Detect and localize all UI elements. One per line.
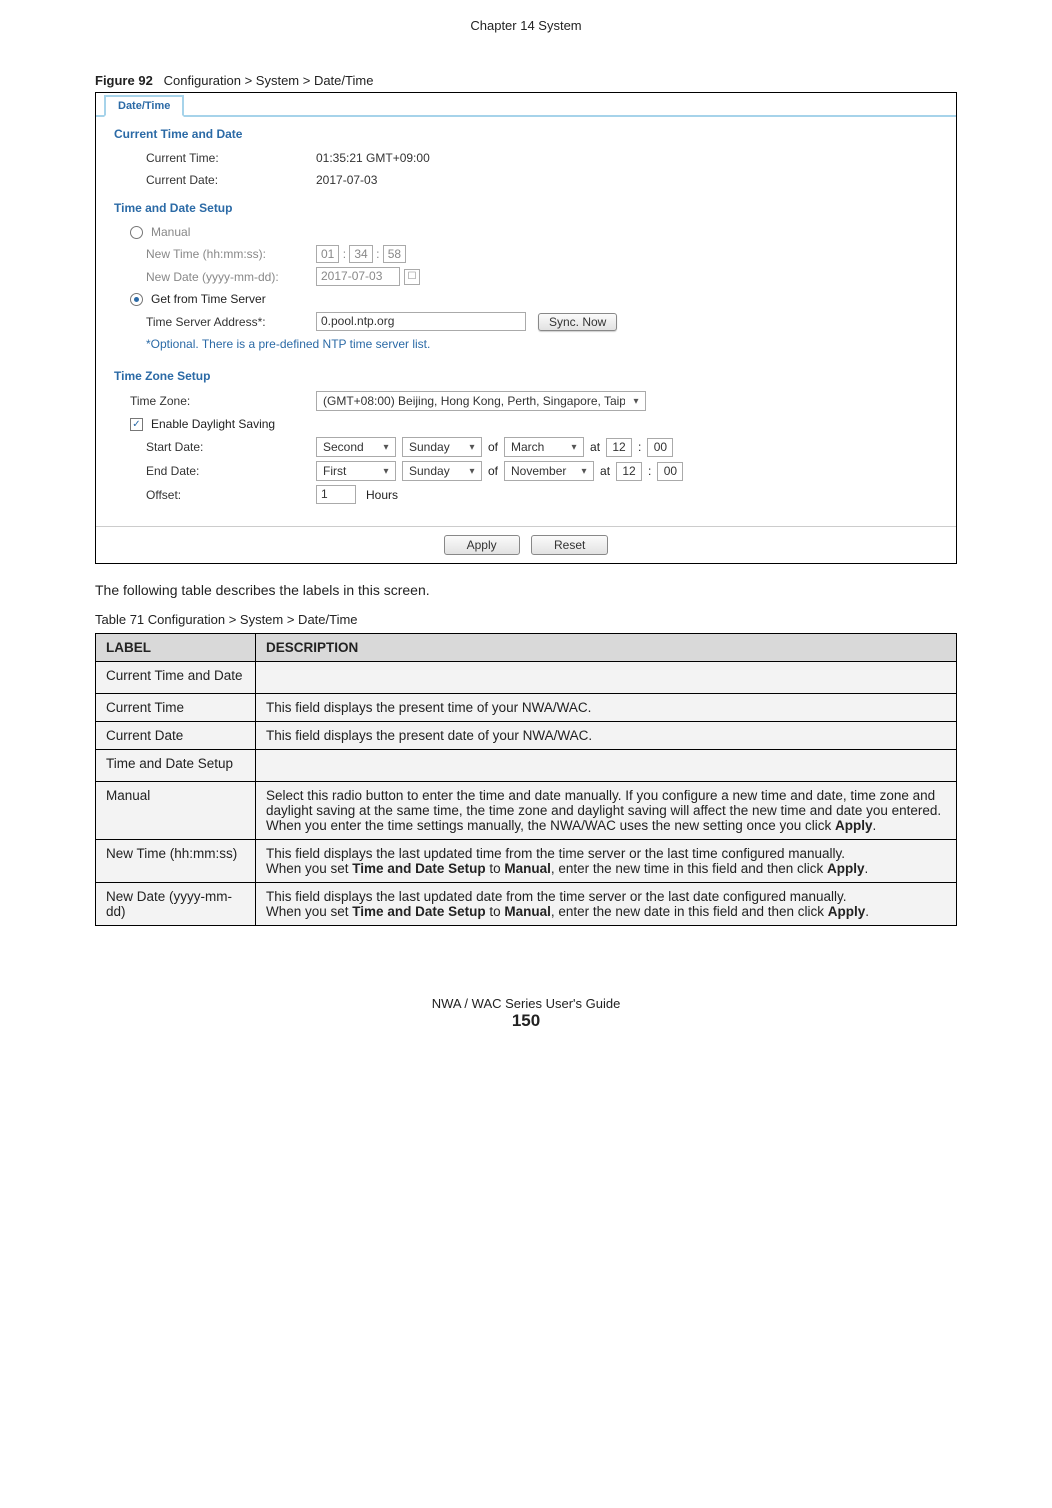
page-footer: NWA / WAC Series User's Guide 150 xyxy=(95,996,957,1031)
table-row: Time and Date Setup xyxy=(96,750,957,782)
enable-dst-checkbox[interactable]: ✓ xyxy=(130,418,143,431)
td-description: This field displays the last updated dat… xyxy=(256,883,957,926)
chevron-down-icon: ▾ xyxy=(629,394,643,408)
table-row: New Time (hh:mm:ss)This field displays t… xyxy=(96,840,957,883)
td-label: Manual xyxy=(96,782,256,840)
td-label: Current Time xyxy=(96,694,256,722)
end-hour-input[interactable]: 12 xyxy=(616,462,642,481)
td-label: Time and Date Setup xyxy=(96,750,256,782)
start-date-label: Start Date: xyxy=(146,440,316,454)
radio-manual[interactable] xyxy=(130,226,143,239)
end-date-label: End Date: xyxy=(146,464,316,478)
new-date-label: New Date (yyyy-mm-dd): xyxy=(146,270,316,284)
screenshot-figure: Date/Time Current Time and Date Current … xyxy=(95,92,957,564)
start-day-dropdown[interactable]: Sunday ▾ xyxy=(402,437,482,457)
calendar-icon[interactable]: ☐ xyxy=(404,269,420,285)
start-ordinal-dropdown[interactable]: Second ▾ xyxy=(316,437,396,457)
offset-label: Offset: xyxy=(146,488,316,502)
offset-input[interactable]: 1 xyxy=(316,485,356,504)
chevron-down-icon: ▾ xyxy=(379,440,393,454)
end-ordinal-dropdown[interactable]: First ▾ xyxy=(316,461,396,481)
figure-title: Configuration > System > Date/Time xyxy=(164,73,374,88)
chevron-down-icon: ▾ xyxy=(465,464,479,478)
td-label: New Time (hh:mm:ss) xyxy=(96,840,256,883)
tab-date-time[interactable]: Date/Time xyxy=(104,95,184,117)
end-month-dropdown[interactable]: November ▾ xyxy=(504,461,594,481)
new-time-mm[interactable]: 34 xyxy=(349,245,372,263)
td-label: Current Time and Date xyxy=(96,662,256,694)
td-description: This field displays the present date of … xyxy=(256,722,957,750)
current-date-label: Current Date: xyxy=(146,173,316,187)
at-text: at xyxy=(590,440,600,454)
sync-now-button[interactable]: Sync. Now xyxy=(538,313,617,331)
optional-note: *Optional. There is a pre-defined NTP ti… xyxy=(96,333,956,359)
bottom-button-bar: Apply Reset xyxy=(96,526,956,563)
table-row: Current TimeThis field displays the pres… xyxy=(96,694,957,722)
table-row: ManualSelect this radio button to enter … xyxy=(96,782,957,840)
end-day-dropdown[interactable]: Sunday ▾ xyxy=(402,461,482,481)
th-description: DESCRIPTION xyxy=(256,634,957,662)
time-zone-value: (GMT+08:00) Beijing, Hong Kong, Perth, S… xyxy=(323,394,625,408)
start-month-dropdown[interactable]: March ▾ xyxy=(504,437,584,457)
td-description: This field displays the present time of … xyxy=(256,694,957,722)
table-row: New Date (yyyy-mm-dd)This field displays… xyxy=(96,883,957,926)
section-time-zone-setup: Time Zone Setup xyxy=(96,359,956,389)
start-hour-input[interactable]: 12 xyxy=(606,438,632,457)
at-text: at xyxy=(600,464,610,478)
footer-page-number: 150 xyxy=(95,1011,957,1031)
description-table: LABEL DESCRIPTION Current Time and DateC… xyxy=(95,633,957,926)
footer-guide-title: NWA / WAC Series User's Guide xyxy=(95,996,957,1011)
td-label: New Date (yyyy-mm-dd) xyxy=(96,883,256,926)
end-min-input[interactable]: 00 xyxy=(657,462,683,481)
chevron-down-icon: ▾ xyxy=(577,464,591,478)
td-description xyxy=(256,662,957,694)
table-row: Current DateThis field displays the pres… xyxy=(96,722,957,750)
reset-button[interactable]: Reset xyxy=(531,535,608,555)
intro-text: The following table describes the labels… xyxy=(95,582,957,598)
of-text: of xyxy=(488,464,498,478)
time-server-address-input[interactable]: 0.pool.ntp.org xyxy=(316,312,526,331)
of-text: of xyxy=(488,440,498,454)
table-caption: Table 71 Configuration > System > Date/T… xyxy=(95,612,957,627)
offset-unit: Hours xyxy=(366,488,398,502)
radio-time-server[interactable] xyxy=(130,293,143,306)
chapter-header: Chapter 14 System xyxy=(95,18,957,33)
chevron-down-icon: ▾ xyxy=(379,464,393,478)
td-description: This field displays the last updated tim… xyxy=(256,840,957,883)
current-date-value: 2017-07-03 xyxy=(316,173,377,187)
th-label: LABEL xyxy=(96,634,256,662)
chevron-down-icon: ▾ xyxy=(465,440,479,454)
current-time-label: Current Time: xyxy=(146,151,316,165)
td-description: Select this radio button to enter the ti… xyxy=(256,782,957,840)
current-time-value: 01:35:21 GMT+09:00 xyxy=(316,151,430,165)
chevron-down-icon: ▾ xyxy=(567,440,581,454)
tab-bar: Date/Time xyxy=(96,93,956,117)
radio-time-server-label: Get from Time Server xyxy=(151,292,266,306)
apply-button[interactable]: Apply xyxy=(444,535,520,555)
figure-label: Figure 92 xyxy=(95,73,153,88)
table-row: Current Time and Date xyxy=(96,662,957,694)
td-description xyxy=(256,750,957,782)
time-zone-label: Time Zone: xyxy=(130,394,316,408)
new-time-ss[interactable]: 58 xyxy=(383,245,406,263)
enable-dst-label: Enable Daylight Saving xyxy=(151,417,275,431)
td-label: Current Date xyxy=(96,722,256,750)
figure-caption: Figure 92 Configuration > System > Date/… xyxy=(95,73,957,88)
time-server-address-label: Time Server Address*: xyxy=(146,315,316,329)
section-current-time-date: Current Time and Date xyxy=(96,117,956,147)
new-date-input[interactable]: 2017-07-03 xyxy=(316,267,400,286)
time-zone-dropdown[interactable]: (GMT+08:00) Beijing, Hong Kong, Perth, S… xyxy=(316,391,646,411)
section-time-date-setup: Time and Date Setup xyxy=(96,191,956,221)
radio-manual-label: Manual xyxy=(151,225,190,239)
start-min-input[interactable]: 00 xyxy=(647,438,673,457)
new-time-hh[interactable]: 01 xyxy=(316,245,339,263)
new-time-label: New Time (hh:mm:ss): xyxy=(146,247,316,261)
